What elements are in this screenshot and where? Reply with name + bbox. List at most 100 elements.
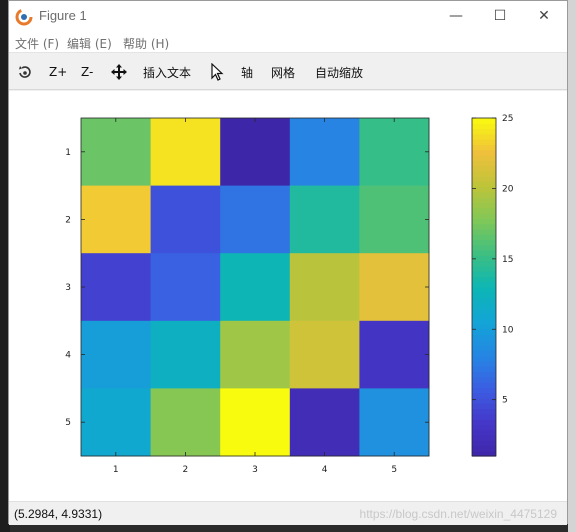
auto-zoom-button[interactable]: 自动缩放 — [315, 63, 363, 81]
zoom-out-button[interactable]: Z- — [81, 63, 93, 81]
title-bar[interactable]: Figure 1 — ☐ ✕ — [9, 1, 567, 31]
colorbar-segment-60 — [472, 139, 496, 146]
colorbar-segment-3 — [472, 440, 496, 447]
colorbar-segment-35 — [472, 271, 496, 278]
heatmap-cell-r1-c2 — [150, 118, 221, 187]
figure-window: Figure 1 — ☐ ✕ 文件 (F) 编辑 (E) 帮助 (H) Z+ Z… — [8, 0, 568, 525]
maximize-button[interactable]: ☐ — [477, 1, 523, 31]
colorbar-segment-31 — [472, 292, 496, 299]
colorbar-segment-63 — [472, 123, 496, 130]
colorbar-segment-12 — [472, 392, 496, 399]
grid-label: 网格 — [271, 65, 296, 80]
colorbar-segment-48 — [472, 202, 496, 209]
colorbar-segment-34 — [472, 276, 496, 283]
colorbar-segment-21 — [472, 345, 496, 351]
figure-canvas[interactable]: 1 2 3 4 5 1 2 3 4 5 5 10 15 20 25 — [9, 91, 567, 501]
matlab-app-icon — [15, 8, 33, 26]
heatmap-cell-r5-c1 — [81, 388, 152, 457]
colorbar-tick-label-5: 5 — [502, 396, 508, 406]
colorbar-segment-18 — [472, 360, 496, 367]
colorbar-segment-24 — [472, 329, 496, 336]
heatmap-cell-r5-c4 — [289, 388, 360, 457]
heatmap-cell-r4-c1 — [81, 320, 152, 389]
heatmap-cell-r3-c3 — [220, 253, 291, 322]
y-tick-label-5: 5 — [65, 418, 71, 428]
colorbar-segment-17 — [472, 366, 496, 373]
axis-button[interactable]: 轴 — [241, 63, 253, 81]
colorbar-segment-9 — [472, 408, 496, 415]
y-tick-label-1: 1 — [65, 148, 71, 158]
heatmap-cell-r4-c4 — [289, 320, 360, 389]
zoom-in-button[interactable]: Z+ — [49, 63, 67, 81]
minimize-icon: — — [449, 8, 463, 24]
pointer-icon — [211, 63, 224, 81]
insert-text-button[interactable]: 插入文本 — [143, 63, 191, 81]
heatmap-cell-r4-c3 — [220, 320, 291, 389]
heatmap-cell-r3-c5 — [359, 253, 430, 322]
colorbar-segment-38 — [472, 255, 496, 262]
axis-label: 轴 — [241, 65, 254, 80]
colorbar-segment-23 — [472, 334, 496, 341]
colorbar-tick-label-10: 10 — [502, 325, 514, 335]
watermark-text: https://blog.csdn.net/weixin_4475129 — [359, 507, 557, 521]
minimize-button[interactable]: — — [433, 1, 479, 31]
colorbar-tick-label-15: 15 — [502, 255, 513, 265]
colorbar-segment-22 — [472, 339, 496, 346]
colorbar-segment-19 — [472, 355, 496, 362]
heatmap-cell-r3-c2 — [150, 253, 221, 322]
heatmap-cell-r4-c2 — [150, 320, 221, 389]
heatmap-cell-r3-c4 — [289, 253, 360, 322]
grid-button[interactable]: 网格 — [271, 63, 295, 81]
colorbar-segment-16 — [472, 371, 496, 378]
menu-file[interactable]: 文件 (F) — [15, 35, 59, 52]
colorbar-segment-62 — [472, 128, 496, 135]
colorbar-segment-40 — [472, 244, 496, 251]
heatmap-cell-r5-c2 — [150, 388, 221, 457]
heatmap-plot[interactable]: 1 2 3 4 5 1 2 3 4 5 5 10 15 20 25 — [9, 91, 567, 501]
rotate-button[interactable] — [17, 63, 33, 81]
background-window-right — [568, 0, 576, 532]
colorbar-segment-36 — [472, 265, 496, 272]
colorbar-segment-41 — [472, 239, 496, 246]
menu-bar: 文件 (F) 编辑 (E) 帮助 (H) — [9, 31, 567, 53]
colorbar-segment-51 — [472, 186, 496, 193]
insert-text-label: 插入文本 — [143, 65, 192, 80]
colorbar-segment-10 — [472, 403, 496, 410]
colorbar-segment-27 — [472, 313, 496, 320]
colorbar-segment-64 — [472, 118, 496, 124]
window-title: Figure 1 — [39, 8, 87, 23]
colorbar-segment-30 — [472, 297, 496, 304]
colorbar-segment-59 — [472, 144, 496, 151]
heatmap-cell-r5-c5 — [359, 388, 430, 457]
colorbar-segment-14 — [472, 382, 496, 388]
select-button[interactable] — [210, 63, 224, 81]
heatmap-cell-r1-c1 — [81, 118, 152, 187]
colorbar-segment-15 — [472, 376, 496, 383]
colorbar-segment-4 — [472, 434, 496, 441]
x-tick-label-1: 1 — [113, 465, 119, 475]
heatmap-cell-r4-c5 — [359, 320, 430, 389]
x-tick-label-5: 5 — [391, 465, 397, 475]
menu-edit[interactable]: 编辑 (E) — [67, 35, 112, 52]
colorbar-segment-6 — [472, 424, 496, 431]
colorbar-segment-49 — [472, 197, 496, 204]
colorbar-segment-46 — [472, 213, 496, 219]
heatmap-cell-r2-c2 — [150, 185, 221, 254]
close-button[interactable]: ✕ — [521, 1, 567, 31]
colorbar-segment-8 — [472, 413, 496, 420]
close-icon: ✕ — [538, 8, 550, 24]
colorbar-segment-56 — [472, 160, 496, 167]
menu-help[interactable]: 帮助 (H) — [123, 35, 169, 52]
colorbar-segment-39 — [472, 250, 496, 256]
colorbar-segment-43 — [472, 228, 496, 235]
pan-button[interactable] — [110, 63, 128, 81]
colorbar-segment-54 — [472, 170, 496, 177]
colorbar-segment-2 — [472, 445, 496, 452]
colorbar-segment-42 — [472, 234, 496, 241]
y-tick-label-3: 3 — [65, 283, 71, 293]
x-tick-label-3: 3 — [252, 465, 258, 475]
colorbar-tick-label-25: 25 — [502, 114, 513, 124]
colorbar-segment-57 — [472, 154, 496, 161]
status-bar: (5.2984, 4.9331) https://blog.csdn.net/w… — [9, 501, 567, 525]
y-tick-label-2: 2 — [65, 215, 71, 225]
